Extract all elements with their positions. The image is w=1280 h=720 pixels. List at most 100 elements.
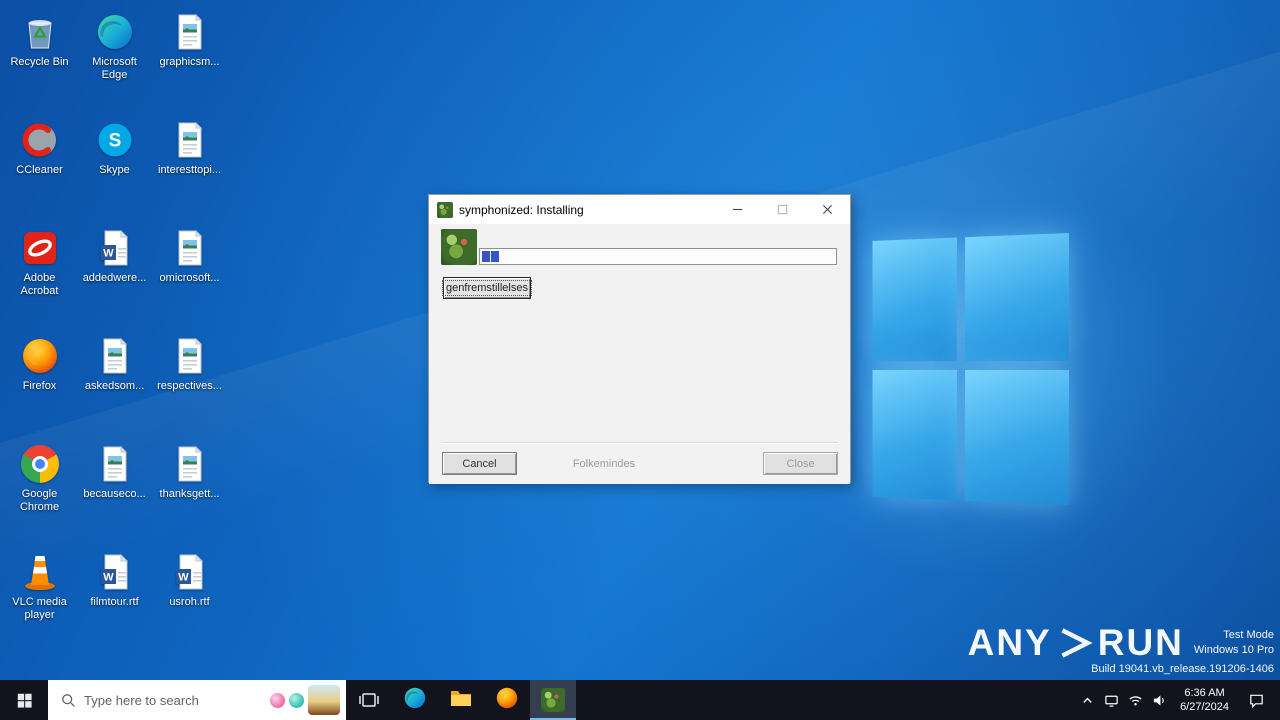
clock-date: 6/27/2024 [1180,701,1229,713]
desktop-icon-label: Microsoft Edge [92,56,137,81]
word-doc-icon: W [94,227,136,269]
close-button[interactable] [805,195,850,224]
desktop-icon-becauseco[interactable]: becauseco... [77,438,152,546]
image-doc-icon [169,119,211,161]
progress-block [482,251,490,262]
desktop-icon-omicrosoft[interactable]: omicrosoft... [152,222,227,330]
image-doc-icon [94,443,136,485]
maximize-button[interactable] [760,195,805,224]
word-doc-icon: W [169,551,211,593]
dialog-titlebar[interactable]: symphonized: Installing [429,195,850,224]
installer-app-icon [541,688,565,712]
search-doodle-image [308,685,340,715]
desktop-icon-label: CCleaner [16,164,63,176]
desktop-icon-thanksgett[interactable]: thanksgett... [152,438,227,546]
desktop-icon-label: Recycle Bin [10,56,69,68]
vlc-icon [19,551,61,593]
search-decoration [270,685,340,715]
taskbar: 6:36 AM 6/27/2024 [0,680,1280,720]
desktop-icon-label: omicrosoft... [159,272,220,284]
genfremstillelses-button[interactable]: genfremstillelses [442,277,532,299]
desktop-icon-label: interesttopi... [158,164,221,176]
genfremstillelses-button-label: genfremstillelses [442,280,532,296]
watermark-build: Build 19041.vb_release.191206-1406 [1091,663,1274,675]
anyrun-watermark: ANY RUN Test Mode Windows 10 Pro Build 1… [968,624,1274,677]
desktop: Recycle Bin Microsoft Edge graphicsm... CCl… [0,0,1280,680]
cancel-button[interactable]: Cancel [442,452,517,475]
desktop-icon-label: Skype [99,164,130,176]
image-doc-icon [169,443,211,485]
network-icon [1129,695,1142,705]
desktop-icon-label: filmtour.rtf [90,596,139,608]
word-doc-icon: W [94,551,136,593]
desktop-icon-askedsom[interactable]: askedsom... [77,330,152,438]
desktop-icon-skype[interactable]: S Skype [77,114,152,222]
window-controls [715,195,850,224]
footer-separator [441,442,838,443]
desktop-icon-filmtour[interactable]: Wfilmtour.rtf [77,546,152,654]
desktop-icon-recycle-bin[interactable]: Recycle Bin [2,6,77,114]
installer-dialog-window: symphonized: Installing genfremstillelse… [428,194,851,484]
taskbar-explorer-button[interactable] [438,680,484,720]
folkemindes-label: Folkemindes [572,457,636,470]
tray-volume-button[interactable] [1147,680,1171,720]
desktop-icon-label: Google Chrome [19,488,60,513]
search-doodle-icon [289,692,304,708]
windows-start-icon [17,693,32,708]
action-center-button[interactable] [1238,692,1274,709]
tray-display-button[interactable] [1099,680,1123,720]
desktop-icon-graphicsm[interactable]: graphicsm... [152,6,227,114]
edge-icon [403,686,427,715]
recycle-bin-icon [19,11,61,53]
edge-icon [94,11,136,53]
task-view-button[interactable] [346,680,392,720]
desktop-icon-label: Firefox [22,380,57,392]
desktop-icon-addedwere[interactable]: Waddedwere... [77,222,152,330]
windows-logo-pane [872,237,958,362]
taskbar-clock[interactable]: 6:36 AM 6/27/2024 [1171,686,1238,714]
hidden-icons-button[interactable] [1075,680,1099,720]
taskbar-installer-button[interactable] [530,680,576,720]
image-doc-icon [94,335,136,377]
windows-logo-pane [872,370,958,501]
svg-text:W: W [178,572,189,584]
action-center-icon [1249,694,1263,708]
system-tray: 6:36 AM 6/27/2024 [1075,680,1280,720]
search-input[interactable] [84,692,262,708]
desktop-icon-google-chrome[interactable]: Google Chrome [2,438,77,546]
file-explorer-icon [449,686,473,715]
desktop-icon-interesttopi[interactable]: interesttopi... [152,114,227,222]
desktop-icon-label: askedsom... [84,380,145,392]
close-action-button[interactable]: Close [763,452,838,475]
desktop-icon-ccleaner[interactable]: CCleaner [2,114,77,222]
desktop-icon-adobe-acrobat[interactable]: Adobe Acrobat [2,222,77,330]
windows-logo-pane [965,370,1069,505]
anyrun-play-icon [1061,627,1093,658]
taskbar-firefox-button[interactable] [484,680,530,720]
taskbar-edge-button[interactable] [392,680,438,720]
installer-app-icon [437,201,453,218]
desktop-icon-label: usroh.rtf [169,596,210,608]
desktop-icon-respectives[interactable]: respectives... [152,330,227,438]
volume-icon [1153,694,1164,706]
desktop-icon-vlc[interactable]: VLC media player [2,546,77,654]
taskbar-search-box[interactable] [48,680,346,720]
anyrun-logo-text-any: ANY [967,622,1052,663]
desktop-icon-firefox[interactable]: Firefox [2,330,77,438]
svg-text:W: W [103,248,114,260]
desktop-icon-microsoft-edge[interactable]: Microsoft Edge [77,6,152,114]
desktop-icon-usroh[interactable]: Wusroh.rtf [152,546,227,654]
tray-network-button[interactable] [1123,680,1147,720]
watermark-test-mode: Test Mode [1223,628,1274,641]
installer-thumbnail-image [441,229,477,265]
dialog-body: genfremstillelses Cancel Folkemindes Clo… [429,224,850,484]
anyrun-logo: ANY RUN [968,624,1184,661]
start-button[interactable] [0,680,48,720]
minimize-button[interactable] [715,195,760,224]
desktop-icon-label: Adobe Acrobat [20,272,59,297]
desktop-icon-label: becauseco... [83,488,146,500]
svg-text:W: W [103,572,114,584]
maximize-icon [777,204,788,215]
desktop-icon-label: graphicsm... [159,56,220,68]
progress-block [491,251,499,262]
